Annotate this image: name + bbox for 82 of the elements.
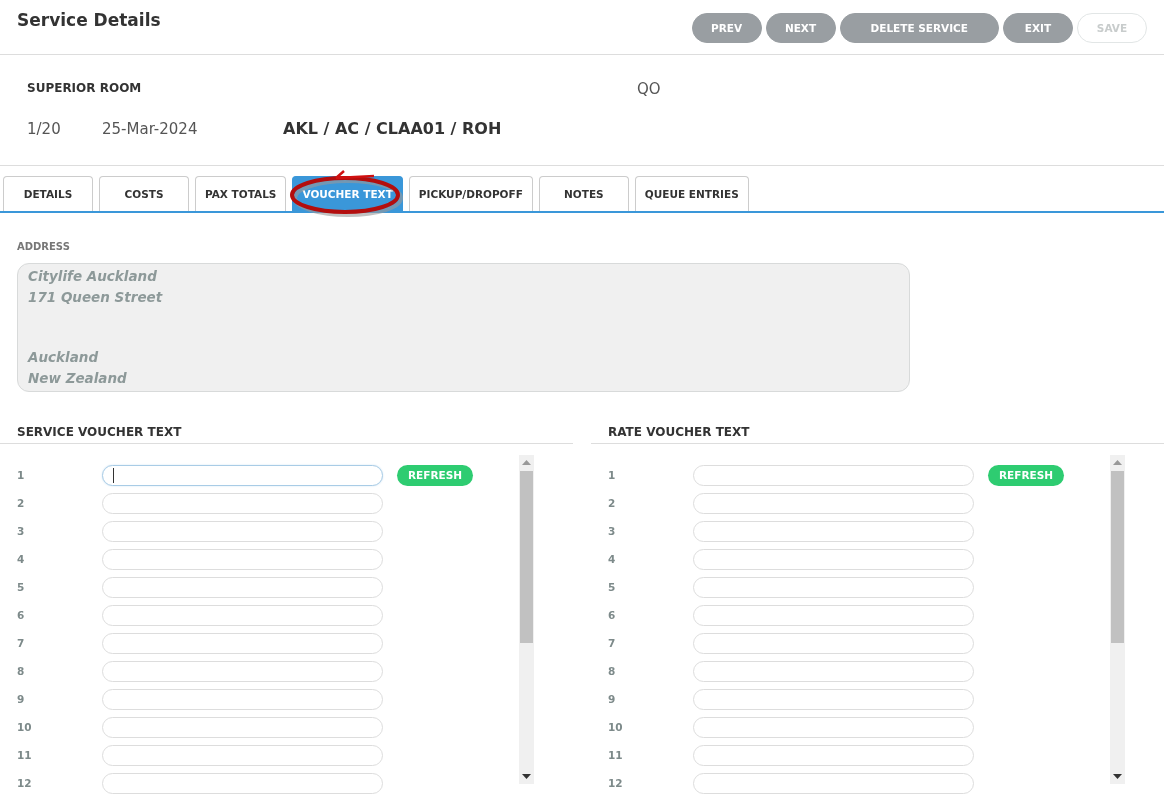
refresh-button[interactable]: REFRESH xyxy=(397,464,474,486)
line-number: 8 xyxy=(607,665,617,677)
section-title: RATE VOUCHER TEXT xyxy=(608,426,750,439)
text-field[interactable] xyxy=(102,772,383,794)
line-number: 12 xyxy=(607,777,624,789)
line-number: 3 xyxy=(607,525,617,537)
text-field[interactable] xyxy=(693,464,974,486)
text-field[interactable] xyxy=(693,772,974,794)
line-number: 4 xyxy=(16,553,26,565)
section-title: SERVICE VOUCHER TEXT xyxy=(17,426,182,439)
text-field[interactable] xyxy=(102,744,383,766)
text-field[interactable] xyxy=(102,464,383,486)
text-field[interactable] xyxy=(693,660,974,682)
line-number: 2 xyxy=(16,497,26,509)
address-line: 171 Queen Street xyxy=(28,288,163,307)
service-route: AKL / AC / CLAA01 / ROH xyxy=(283,119,502,138)
service-code: QO xyxy=(637,80,661,96)
line-number: 10 xyxy=(607,721,624,733)
address-line: Citylife Auckland xyxy=(28,267,157,286)
action-button[interactable]: DELETE SERVICE xyxy=(839,13,999,43)
text-field[interactable] xyxy=(693,604,974,626)
line-number: 9 xyxy=(16,693,26,705)
tab[interactable]: DETAILS xyxy=(3,176,93,211)
service-sequence: 1/20 xyxy=(27,120,62,138)
line-number: 1 xyxy=(607,469,617,481)
text-field[interactable] xyxy=(693,716,974,738)
scrollbar-thumb[interactable] xyxy=(520,471,533,643)
text-field[interactable] xyxy=(102,632,383,654)
line-number: 7 xyxy=(607,637,617,649)
text-field[interactable] xyxy=(102,492,383,514)
line-number: 5 xyxy=(16,581,26,593)
scrollbar[interactable] xyxy=(519,455,534,784)
text-field[interactable] xyxy=(102,716,383,738)
scroll-down-icon[interactable] xyxy=(1113,774,1122,779)
field-label: ADDRESS xyxy=(17,241,70,252)
scrollbar[interactable] xyxy=(1110,455,1125,784)
tab[interactable]: PICKUP/DROPOFF xyxy=(408,176,533,211)
action-button[interactable]: PREV xyxy=(691,13,762,43)
action-button[interactable]: NEXT xyxy=(765,13,836,43)
text-field[interactable] xyxy=(693,520,974,542)
line-number: 5 xyxy=(607,581,617,593)
text-field[interactable] xyxy=(693,688,974,710)
text-field[interactable] xyxy=(102,520,383,542)
text-field[interactable] xyxy=(693,744,974,766)
line-number: 7 xyxy=(16,637,26,649)
service-name: SUPERIOR ROOM xyxy=(27,81,143,97)
text-field[interactable] xyxy=(102,576,383,598)
tab[interactable]: NOTES xyxy=(538,176,629,211)
line-number: 4 xyxy=(607,553,617,565)
text-field[interactable] xyxy=(102,660,383,682)
tab[interactable]: COSTS xyxy=(99,176,189,211)
text-field[interactable] xyxy=(693,632,974,654)
refresh-button[interactable]: REFRESH xyxy=(988,464,1065,486)
scrollbar-thumb[interactable] xyxy=(1111,471,1124,643)
text-cursor xyxy=(113,467,114,483)
line-number: 11 xyxy=(16,749,33,761)
service-date: 25-Mar-2024 xyxy=(102,120,199,138)
action-button[interactable]: EXIT xyxy=(1003,13,1073,43)
address-line: Auckland xyxy=(28,348,99,367)
tab[interactable]: QUEUE ENTRIES xyxy=(634,176,749,211)
tab[interactable]: PAX TOTALS xyxy=(195,176,287,211)
scroll-down-icon[interactable] xyxy=(522,774,531,779)
scroll-up-icon[interactable] xyxy=(522,460,531,465)
page-title: Service Details xyxy=(17,10,161,30)
line-number: 6 xyxy=(607,609,617,621)
text-field[interactable] xyxy=(102,688,383,710)
line-number: 9 xyxy=(607,693,617,705)
line-number: 10 xyxy=(16,721,33,733)
text-field[interactable] xyxy=(693,492,974,514)
line-number: 1 xyxy=(16,469,26,481)
line-number: 3 xyxy=(16,525,26,537)
line-number: 2 xyxy=(607,497,617,509)
address-line: New Zealand xyxy=(28,369,127,388)
line-number: 8 xyxy=(16,665,26,677)
line-number: 11 xyxy=(607,749,624,761)
text-field[interactable] xyxy=(693,548,974,570)
text-field[interactable] xyxy=(102,548,383,570)
text-field[interactable] xyxy=(102,604,383,626)
scroll-up-icon[interactable] xyxy=(1113,460,1122,465)
line-number: 12 xyxy=(16,777,33,789)
text-field[interactable] xyxy=(693,576,974,598)
line-number: 6 xyxy=(16,609,26,621)
